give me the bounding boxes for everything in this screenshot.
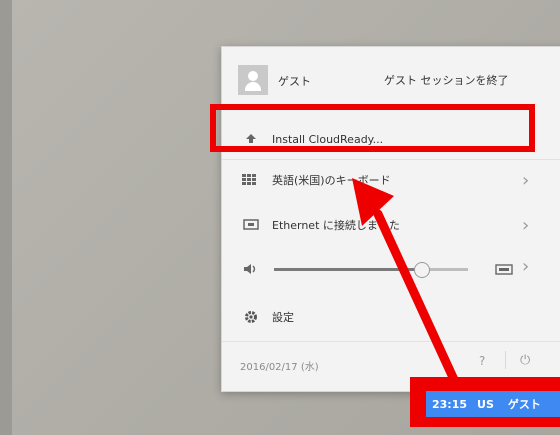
status-user: ゲスト: [507, 398, 541, 411]
keyboard-layout-indicator: US: [477, 397, 494, 411]
status-area[interactable]: 23:15 US ゲスト: [426, 391, 560, 417]
annotation-arrow: [352, 178, 461, 389]
clock: 23:15: [432, 397, 468, 411]
